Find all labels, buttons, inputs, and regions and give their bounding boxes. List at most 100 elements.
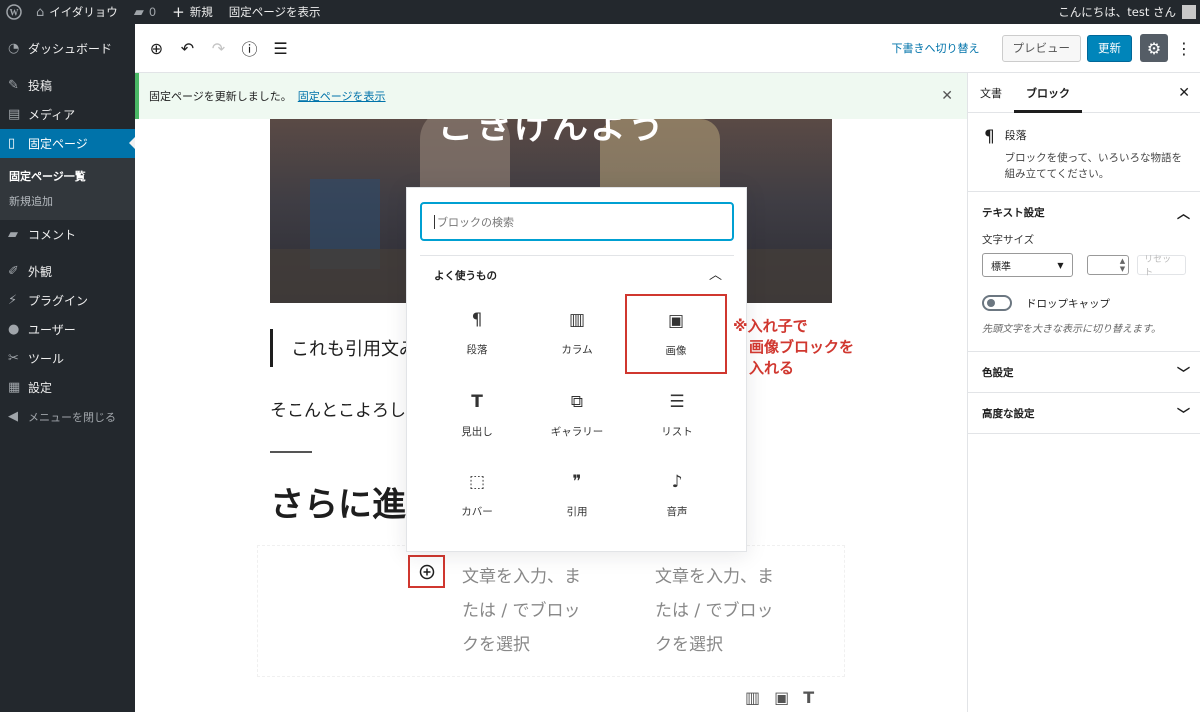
my-account[interactable]: こんにちは、test さん	[1050, 0, 1200, 24]
menu-label: ダッシュボード	[28, 42, 113, 56]
menu-dashboard[interactable]: ◔ ダッシュボード	[0, 34, 135, 63]
chevron-down-icon: ▼	[1057, 260, 1064, 270]
close-icon[interactable]: ✕	[1178, 85, 1190, 101]
undo-icon[interactable]: ↶	[172, 33, 203, 64]
menu-settings[interactable]: ▦ 設定	[0, 373, 135, 402]
plugin-icon: ⚡	[8, 293, 18, 308]
add-block-icon[interactable]: ⊕	[141, 33, 172, 64]
update-button[interactable]: 更新	[1087, 34, 1132, 62]
chevron-down-icon: ﹀	[1176, 366, 1190, 382]
menu-label: プラグイン	[28, 294, 89, 308]
wordpress-logo-icon[interactable]: W	[0, 0, 28, 24]
comments-count: 0	[148, 5, 157, 19]
new-content-link[interactable]: + 新規	[164, 0, 221, 24]
advanced-settings-panel: 高度な設定 ﹀	[968, 393, 1200, 434]
menu-users[interactable]: ● ユーザー	[0, 315, 135, 344]
block-audio[interactable]: ♪ 音声	[627, 460, 727, 530]
redo-icon[interactable]: ↷	[203, 33, 234, 64]
most-used-title[interactable]: よく使うもの	[434, 268, 497, 283]
outline-icon[interactable]: ☰	[265, 33, 296, 64]
menu-comments[interactable]: ▰ コメント	[0, 220, 135, 249]
close-icon[interactable]: ✕	[941, 88, 953, 104]
menu-label: メニューを閉じる	[28, 410, 116, 424]
color-settings-panel: 色設定 ﹀	[968, 352, 1200, 393]
image-icon: ▣	[667, 310, 685, 331]
advanced-settings-toggle[interactable]: 高度な設定 ﹀	[968, 393, 1200, 433]
menu-posts[interactable]: ✎ 投稿	[0, 71, 135, 100]
submenu-add-new[interactable]: 新規追加	[0, 189, 135, 214]
cover-icon: ⬚	[468, 471, 486, 492]
heading-icon: T	[471, 391, 483, 412]
block-paragraph[interactable]: ¶ 段落	[427, 298, 527, 368]
heading-icon[interactable]: T	[803, 688, 814, 707]
font-size-number-input[interactable]: ▲ ▼	[1086, 255, 1130, 275]
view-page-link[interactable]: 固定ページを表示	[221, 0, 329, 24]
heading-block[interactable]: さらに進	[270, 477, 406, 526]
menu-label: ツール	[28, 352, 65, 366]
menu-appearance[interactable]: ✐ 外観	[0, 257, 135, 286]
greeting: こんにちは、test さん	[1058, 5, 1176, 19]
paragraph-block[interactable]: そこんとこよろし	[270, 396, 406, 421]
block-card: ¶ 段落 ブロックを使って、いろいろな物語を組み立ててください。	[968, 113, 1200, 192]
block-list[interactable]: ☰ リスト	[627, 380, 727, 450]
gear-icon[interactable]: ⚙	[1140, 34, 1168, 62]
drop-cap-toggle[interactable]	[982, 295, 1012, 311]
more-menu-icon[interactable]: ⋮	[1174, 34, 1194, 62]
image-icon[interactable]: ▣	[774, 688, 789, 707]
menu-media[interactable]: ▤ メディア	[0, 100, 135, 129]
notice-view-page-link[interactable]: 固定ページを表示	[298, 88, 386, 104]
columns-icon[interactable]: ▥	[745, 688, 760, 707]
submenu-all-pages[interactable]: 固定ページ一覧	[0, 164, 135, 189]
block-quote[interactable]: ❞ 引用	[527, 460, 627, 530]
tab-document[interactable]: 文書	[968, 73, 1014, 113]
block-heading[interactable]: T 見出し	[427, 380, 527, 450]
color-settings-toggle[interactable]: 色設定 ﹀	[968, 352, 1200, 392]
tab-block[interactable]: ブロック	[1014, 73, 1082, 113]
update-notice: 固定ページを更新しました。 固定ページを表示 ✕	[135, 73, 967, 119]
cover-text: ごきげんよう	[438, 119, 667, 147]
menu-plugins[interactable]: ⚡ プラグイン	[0, 286, 135, 315]
home-icon: ⌂	[36, 4, 45, 20]
menu-label: 設定	[28, 381, 53, 395]
page-icon: ▯	[8, 136, 16, 151]
settings-sidebar: 文書 ブロック ✕ ¶ 段落 ブロックを使って、いろいろな物語を組み立ててくださ…	[967, 73, 1200, 712]
menu-pages[interactable]: ▯ 固定ページ	[0, 129, 135, 158]
audio-icon: ♪	[671, 471, 683, 492]
site-name-link[interactable]: ⌂ イイダリョウ	[28, 0, 126, 24]
user-icon: ●	[8, 322, 20, 337]
reset-button[interactable]: リセット	[1137, 255, 1186, 278]
switch-to-draft-button[interactable]: 下書きへ切り替え	[892, 40, 980, 56]
sidebar-tabs: 文書 ブロック ✕	[968, 73, 1200, 113]
list-icon: ☰	[669, 391, 685, 412]
menu-collapse[interactable]: ◀ メニューを閉じる	[0, 402, 135, 431]
font-size-select[interactable]: 標準 ▼	[982, 253, 1073, 277]
menu-tools[interactable]: ✂ ツール	[0, 344, 135, 373]
block-gallery[interactable]: ⧉ ギャラリー	[527, 380, 627, 450]
comment-icon: ▰	[133, 4, 144, 20]
block-inserter-toggle[interactable]	[408, 555, 445, 588]
block-columns[interactable]: ▥ カラム	[527, 298, 627, 368]
block-image[interactable]: ▣ 画像	[625, 294, 727, 374]
block-cover[interactable]: ⬚ カバー	[427, 460, 527, 530]
preview-button[interactable]: プレビュー	[1001, 34, 1081, 62]
stepper-icon: ▲ ▼	[1119, 257, 1126, 273]
quote-block[interactable]: これも引用文み	[270, 329, 417, 367]
block-search-input[interactable]: ブロックの検索	[420, 202, 734, 241]
text-settings-toggle[interactable]: テキスト設定 ︿	[968, 192, 1200, 232]
menu-label: 固定ページ	[28, 137, 88, 151]
avatar	[1182, 5, 1196, 19]
block-appender-toolbar: ▥ ▣ T	[745, 688, 814, 707]
comments-link[interactable]: ▰ 0	[126, 0, 164, 24]
drop-cap-label: ドロップキャップ	[1026, 297, 1110, 310]
gauge-icon: ◔	[8, 41, 20, 56]
column-placeholder-2[interactable]: 文章を入力、ま たは / でブロッ クを選択	[655, 560, 785, 662]
search-placeholder: ブロックの検索	[437, 215, 514, 229]
chevron-up-icon[interactable]: ︿	[709, 264, 722, 283]
column-placeholder-1[interactable]: 文章を入力、ま たは / でブロッ クを選択	[462, 560, 592, 662]
info-icon[interactable]: ⓘ	[234, 33, 265, 64]
menu-label: 外観	[28, 265, 53, 279]
paragraph-icon: ¶	[984, 127, 995, 147]
paragraph-icon: ¶	[471, 309, 483, 330]
media-icon: ▤	[8, 107, 21, 122]
separator-block[interactable]	[270, 451, 312, 453]
